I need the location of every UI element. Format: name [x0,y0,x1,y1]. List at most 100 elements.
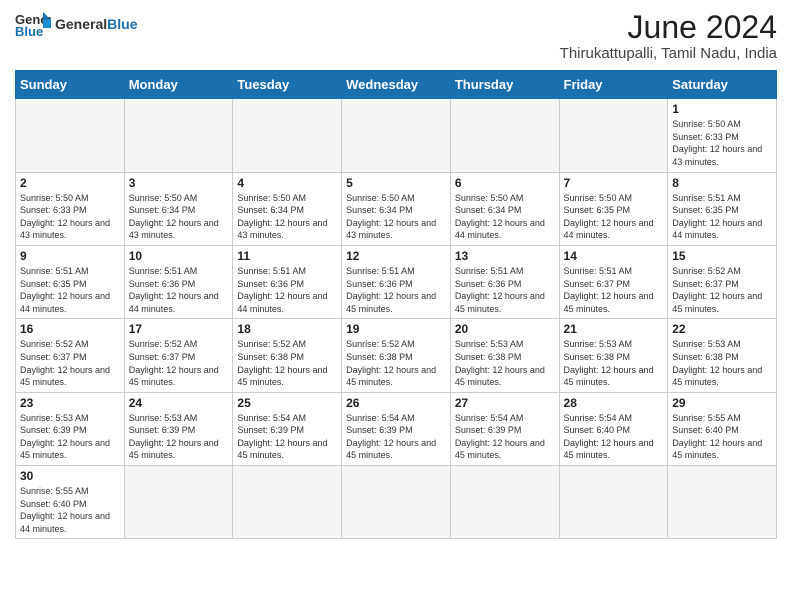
calendar-cell: 9 Sunrise: 5:51 AMSunset: 6:35 PMDaylight… [16,245,125,318]
day-number: 17 [129,322,229,336]
day-info: Sunrise: 5:50 AMSunset: 6:34 PMDaylight:… [129,192,229,242]
day-info: Sunrise: 5:50 AMSunset: 6:34 PMDaylight:… [346,192,446,242]
calendar-cell: 6Sunrise: 5:50 AMSunset: 6:34 PMDaylight… [450,172,559,245]
day-number: 15 [672,249,772,263]
day-number: 26 [346,396,446,410]
day-info: Sunrise: 5:51 AMSunset: 6:36 PMDaylight:… [455,265,555,315]
day-info: Sunrise: 5:53 AMSunset: 6:38 PMDaylight:… [455,338,555,388]
day-info: Sunrise: 5:51 AMSunset: 6:36 PMDaylight:… [237,265,337,315]
day-info: Sunrise: 5:55 AMSunset: 6:40 PMDaylight:… [20,485,120,535]
day-info: Sunrise: 5:53 AMSunset: 6:39 PMDaylight:… [20,412,120,462]
calendar-cell: 2 Sunrise: 5:50 AMSunset: 6:33 PMDaylight… [16,172,125,245]
day-info: Sunrise: 5:50 AMSunset: 6:35 PMDaylight:… [564,192,664,242]
weekday-header-tuesday: Tuesday [233,71,342,99]
calendar-week-row: 30 Sunrise: 5:55 AMSunset: 6:40 PMDayligh… [16,466,777,539]
calendar-cell: 10 Sunrise: 5:51 AMSunset: 6:36 PMDayligh… [124,245,233,318]
day-info: Sunrise: 5:52 AMSunset: 6:38 PMDaylight:… [346,338,446,388]
calendar-cell: 12 Sunrise: 5:51 AMSunset: 6:36 PMDayligh… [342,245,451,318]
calendar-cell [342,466,451,539]
day-info: Sunrise: 5:53 AMSunset: 6:38 PMDaylight:… [672,338,772,388]
day-info: Sunrise: 5:51 AMSunset: 6:36 PMDaylight:… [346,265,446,315]
day-info: Sunrise: 5:52 AMSunset: 6:38 PMDaylight:… [237,338,337,388]
day-number: 10 [129,249,229,263]
month-year-title: June 2024 [560,10,777,45]
calendar-week-row: 16 Sunrise: 5:52 AMSunset: 6:37 PMDayligh… [16,319,777,392]
calendar-cell [559,466,668,539]
calendar-cell: 22 Sunrise: 5:53 AMSunset: 6:38 PMDayligh… [668,319,777,392]
day-number: 30 [20,469,120,483]
calendar-cell: 16 Sunrise: 5:52 AMSunset: 6:37 PMDayligh… [16,319,125,392]
day-number: 8 [672,176,772,190]
logo-general-text: GeneralBlue [55,16,137,32]
day-number: 16 [20,322,120,336]
day-number: 14 [564,249,664,263]
weekday-header-monday: Monday [124,71,233,99]
day-info: Sunrise: 5:53 AMSunset: 6:38 PMDaylight:… [564,338,664,388]
calendar-cell [124,99,233,172]
calendar-week-row: 9 Sunrise: 5:51 AMSunset: 6:35 PMDaylight… [16,245,777,318]
title-block: June 2024 Thirukattupalli, Tamil Nadu, I… [560,10,777,62]
calendar-week-row: 2 Sunrise: 5:50 AMSunset: 6:33 PMDaylight… [16,172,777,245]
calendar-cell: 7 Sunrise: 5:50 AMSunset: 6:35 PMDaylight… [559,172,668,245]
day-number: 1 [672,102,772,116]
day-info: Sunrise: 5:52 AMSunset: 6:37 PMDaylight:… [129,338,229,388]
day-info: Sunrise: 5:51 AMSunset: 6:36 PMDaylight:… [129,265,229,315]
calendar-cell: 21 Sunrise: 5:53 AMSunset: 6:38 PMDayligh… [559,319,668,392]
day-info: Sunrise: 5:54 AMSunset: 6:39 PMDaylight:… [346,412,446,462]
day-number: 29 [672,396,772,410]
calendar-cell: 1 Sunrise: 5:50 AMSunset: 6:33 PMDaylight… [668,99,777,172]
day-number: 21 [564,322,664,336]
calendar-cell [233,99,342,172]
weekday-header-wednesday: Wednesday [342,71,451,99]
calendar-week-row: 1 Sunrise: 5:50 AMSunset: 6:33 PMDaylight… [16,99,777,172]
calendar-cell: 11Sunrise: 5:51 AMSunset: 6:36 PMDayligh… [233,245,342,318]
day-info: Sunrise: 5:54 AMSunset: 6:39 PMDaylight:… [237,412,337,462]
calendar-cell: 27Sunrise: 5:54 AMSunset: 6:39 PMDayligh… [450,392,559,465]
day-number: 23 [20,396,120,410]
day-info: Sunrise: 5:51 AMSunset: 6:35 PMDaylight:… [20,265,120,315]
day-number: 3 [129,176,229,190]
day-number: 19 [346,322,446,336]
calendar-cell [233,466,342,539]
page-header: General Blue GeneralBlue June 2024 Thiru… [15,10,777,62]
calendar-cell: 4Sunrise: 5:50 AMSunset: 6:34 PMDaylight… [233,172,342,245]
calendar-week-row: 23 Sunrise: 5:53 AMSunset: 6:39 PMDayligh… [16,392,777,465]
day-info: Sunrise: 5:51 AMSunset: 6:35 PMDaylight:… [672,192,772,242]
day-info: Sunrise: 5:50 AMSunset: 6:33 PMDaylight:… [672,118,772,168]
calendar-cell: 15 Sunrise: 5:52 AMSunset: 6:37 PMDayligh… [668,245,777,318]
day-info: Sunrise: 5:52 AMSunset: 6:37 PMDaylight:… [20,338,120,388]
day-number: 20 [455,322,555,336]
day-number: 5 [346,176,446,190]
day-number: 27 [455,396,555,410]
calendar-cell: 8 Sunrise: 5:51 AMSunset: 6:35 PMDaylight… [668,172,777,245]
day-info: Sunrise: 5:50 AMSunset: 6:33 PMDaylight:… [20,192,120,242]
calendar-cell [124,466,233,539]
day-info: Sunrise: 5:54 AMSunset: 6:40 PMDaylight:… [564,412,664,462]
calendar-cell: 20 Sunrise: 5:53 AMSunset: 6:38 PMDayligh… [450,319,559,392]
calendar-cell: 29Sunrise: 5:55 AMSunset: 6:40 PMDayligh… [668,392,777,465]
calendar-cell: 25 Sunrise: 5:54 AMSunset: 6:39 PMDayligh… [233,392,342,465]
weekday-header-row: SundayMondayTuesdayWednesdayThursdayFrid… [16,71,777,99]
location-subtitle: Thirukattupalli, Tamil Nadu, India [560,45,777,62]
calendar-cell: 26 Sunrise: 5:54 AMSunset: 6:39 PMDayligh… [342,392,451,465]
day-number: 9 [20,249,120,263]
calendar-cell [559,99,668,172]
svg-text:Blue: Blue [15,24,43,38]
day-number: 2 [20,176,120,190]
day-number: 12 [346,249,446,263]
calendar-cell: 18 Sunrise: 5:52 AMSunset: 6:38 PMDayligh… [233,319,342,392]
day-number: 18 [237,322,337,336]
weekday-header-saturday: Saturday [668,71,777,99]
day-number: 7 [564,176,664,190]
day-number: 22 [672,322,772,336]
calendar-cell: 3 Sunrise: 5:50 AMSunset: 6:34 PMDaylight… [124,172,233,245]
weekday-header-thursday: Thursday [450,71,559,99]
day-number: 24 [129,396,229,410]
day-info: Sunrise: 5:50 AMSunset: 6:34 PMDaylight:… [237,192,337,242]
day-number: 25 [237,396,337,410]
calendar-cell: 14Sunrise: 5:51 AMSunset: 6:37 PMDayligh… [559,245,668,318]
calendar-cell [16,99,125,172]
day-info: Sunrise: 5:52 AMSunset: 6:37 PMDaylight:… [672,265,772,315]
calendar-cell: 30 Sunrise: 5:55 AMSunset: 6:40 PMDayligh… [16,466,125,539]
calendar-cell: 19 Sunrise: 5:52 AMSunset: 6:38 PMDayligh… [342,319,451,392]
